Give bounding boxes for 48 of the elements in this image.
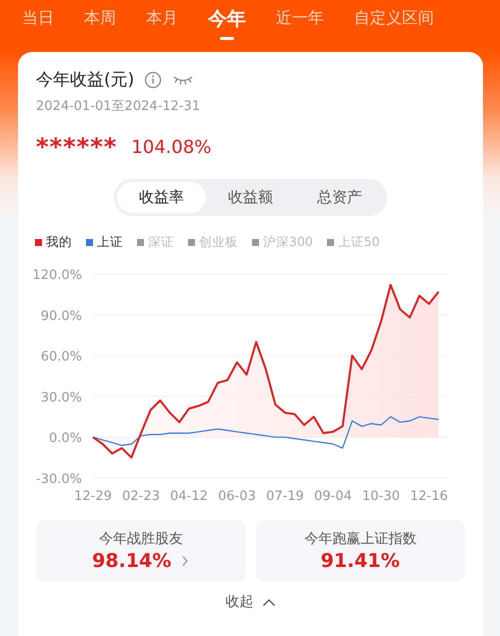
- x-tick-label: 07-19: [266, 489, 304, 504]
- stat-card-link[interactable]: 今年战胜股友 98.14%: [36, 520, 246, 582]
- hidden-amount: ******: [36, 133, 118, 161]
- segment-tab[interactable]: 总资产: [295, 182, 384, 213]
- date-range: 2024-01-01至2024-12-31: [35, 98, 202, 115]
- legend-label: 上证: [97, 234, 123, 251]
- collapse-button[interactable]: 收起: [220, 592, 282, 612]
- x-tick-label: 02-23: [122, 489, 160, 504]
- legend-label: 深证: [148, 234, 174, 251]
- caret-up-icon: [262, 598, 276, 606]
- period-tab[interactable]: 本周: [72, 4, 128, 38]
- legend-item[interactable]: 我的: [35, 234, 72, 251]
- legend-label: 上证50: [338, 234, 380, 251]
- legend-item[interactable]: 上证50: [326, 234, 380, 251]
- period-tab[interactable]: 近一年: [264, 4, 336, 38]
- legend-label: 创业板: [199, 234, 238, 251]
- legend-item[interactable]: 深证: [137, 234, 174, 251]
- legend-item[interactable]: 上证: [86, 234, 123, 251]
- period-tab[interactable]: 今年: [196, 2, 258, 40]
- card-title: 今年收益(元): [36, 69, 134, 91]
- closed-eye-icon[interactable]: [172, 74, 194, 86]
- segment-tab[interactable]: 收益率: [117, 182, 206, 213]
- x-tick-label: 04-12: [170, 489, 208, 504]
- x-tick-label: 12-29: [74, 489, 112, 504]
- y-tick-label: 120.0%: [32, 268, 82, 283]
- y-tick-label: 30.0%: [40, 390, 82, 406]
- legend-label: 沪深300: [263, 234, 313, 251]
- segment-tab[interactable]: 收益额: [206, 182, 295, 213]
- stat-label: 今年战胜股友: [98, 530, 183, 548]
- y-tick-label: -30.0%: [36, 472, 82, 487]
- y-tick-label: 60.0%: [40, 350, 82, 365]
- period-tab[interactable]: 当日: [10, 4, 66, 38]
- legend-item[interactable]: 沪深300: [252, 234, 313, 251]
- period-tab[interactable]: 本月: [134, 4, 190, 38]
- x-tick-label: 12-16: [410, 489, 448, 504]
- info-icon[interactable]: [144, 70, 162, 88]
- stat-value: 91.41%: [320, 550, 400, 572]
- return-rate: 104.08%: [131, 136, 212, 158]
- stat-value: 98.14%: [92, 550, 172, 572]
- x-tick-label: 06-03: [218, 489, 256, 504]
- y-tick-label: 90.0%: [40, 308, 82, 324]
- legend-label: 我的: [46, 234, 72, 251]
- period-tab[interactable]: 自定义区间: [342, 4, 446, 38]
- stat-label: 今年跑赢上证指数: [304, 530, 416, 548]
- y-tick-label: 0.0%: [48, 431, 82, 446]
- x-tick-label: 09-04: [314, 489, 352, 504]
- legend-item[interactable]: 创业板: [188, 234, 238, 251]
- x-tick-label: 10-30: [362, 489, 400, 504]
